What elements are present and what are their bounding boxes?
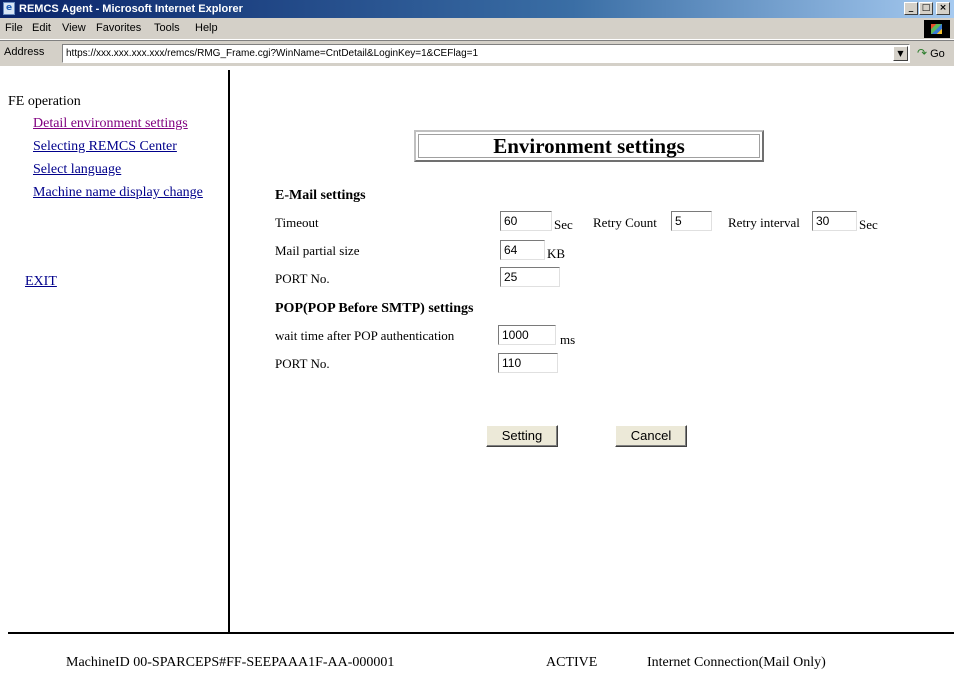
- address-label: Address: [4, 46, 45, 58]
- maximize-button[interactable]: □: [919, 2, 933, 15]
- sidebar-link-select-language[interactable]: Select language: [33, 162, 121, 178]
- windows-logo-icon: [924, 20, 950, 38]
- retry-count-label: Retry Count: [593, 215, 657, 230]
- close-button[interactable]: ×: [936, 2, 950, 15]
- pop-port-label: PORT No.: [275, 356, 330, 371]
- pop-settings-heading: POP(POP Before SMTP) settings: [275, 301, 474, 316]
- mail-partial-size-unit: KB: [547, 246, 566, 261]
- mail-partial-size-input[interactable]: 64: [500, 240, 545, 260]
- sidebar-frame: FE operation Detail environment settings…: [8, 70, 230, 632]
- cancel-button[interactable]: Cancel: [615, 425, 687, 447]
- menu-bar: File Edit View Favorites Tools Help: [0, 18, 954, 40]
- go-button[interactable]: ↷ Go: [917, 46, 945, 60]
- exit-link[interactable]: EXIT: [25, 274, 57, 290]
- machine-id-text: MachineID 00-SPARCEPS#FF-SEEPAAA1F-AA-00…: [66, 655, 395, 670]
- go-arrow-icon: ↷: [917, 46, 928, 60]
- menu-help[interactable]: Help: [195, 21, 218, 35]
- retry-count-input[interactable]: 5: [671, 211, 712, 231]
- timeout-unit: Sec: [554, 217, 573, 232]
- mail-partial-size-label: Mail partial size: [275, 243, 360, 258]
- pop-wait-time-unit: ms: [560, 332, 576, 347]
- smtp-port-input[interactable]: 25: [500, 267, 560, 287]
- menu-tools[interactable]: Tools: [154, 21, 180, 35]
- window-titlebar: e REMCS Agent - Microsoft Internet Explo…: [0, 0, 954, 18]
- sidebar-link-detail-environment-settings[interactable]: Detail environment settings: [33, 116, 188, 132]
- main-frame: Environment settings E-Mail settings Tim…: [232, 70, 954, 632]
- go-label: Go: [930, 48, 945, 60]
- retry-interval-unit: Sec: [859, 217, 878, 232]
- page-title-text: Environment settings: [493, 134, 685, 158]
- menu-favorites[interactable]: Favorites: [96, 21, 141, 35]
- menu-edit[interactable]: Edit: [32, 21, 51, 35]
- minimize-button[interactable]: _: [904, 2, 918, 15]
- connection-type-text: Internet Connection(Mail Only): [647, 655, 826, 670]
- setting-button[interactable]: Setting: [486, 425, 558, 447]
- sidebar-link-selecting-remcs-center[interactable]: Selecting REMCS Center: [33, 139, 177, 155]
- address-dropdown-icon[interactable]: ▼: [893, 46, 908, 61]
- timeout-input[interactable]: 60: [500, 211, 552, 231]
- menu-file[interactable]: File: [5, 21, 23, 35]
- window-title: REMCS Agent - Microsoft Internet Explore…: [19, 3, 243, 15]
- address-input[interactable]: https://xxx.xxx.xxx.xxx/remcs/RMG_Frame.…: [62, 44, 910, 63]
- email-settings-heading: E-Mail settings: [275, 188, 366, 203]
- page-title: Environment settings: [414, 130, 764, 162]
- timeout-label: Timeout: [275, 215, 319, 230]
- sidebar-heading: FE operation: [8, 94, 81, 109]
- pop-wait-time-label: wait time after POP authentication: [275, 328, 455, 343]
- status-frame: MachineID 00-SPARCEPS#FF-SEEPAAA1F-AA-00…: [8, 632, 954, 694]
- status-text: ACTIVE: [546, 655, 598, 670]
- address-bar: Address https://xxx.xxx.xxx.xxx/remcs/RM…: [0, 40, 954, 66]
- pop-wait-time-input[interactable]: 1000: [498, 325, 556, 345]
- ie-icon: e: [3, 2, 15, 15]
- menu-view[interactable]: View: [62, 21, 86, 35]
- retry-interval-input[interactable]: 30: [812, 211, 857, 231]
- retry-interval-label: Retry interval: [728, 215, 800, 230]
- sidebar-link-machine-name-display-change[interactable]: Machine name display change: [33, 185, 203, 201]
- smtp-port-label: PORT No.: [275, 271, 330, 286]
- pop-port-input[interactable]: 110: [498, 353, 558, 373]
